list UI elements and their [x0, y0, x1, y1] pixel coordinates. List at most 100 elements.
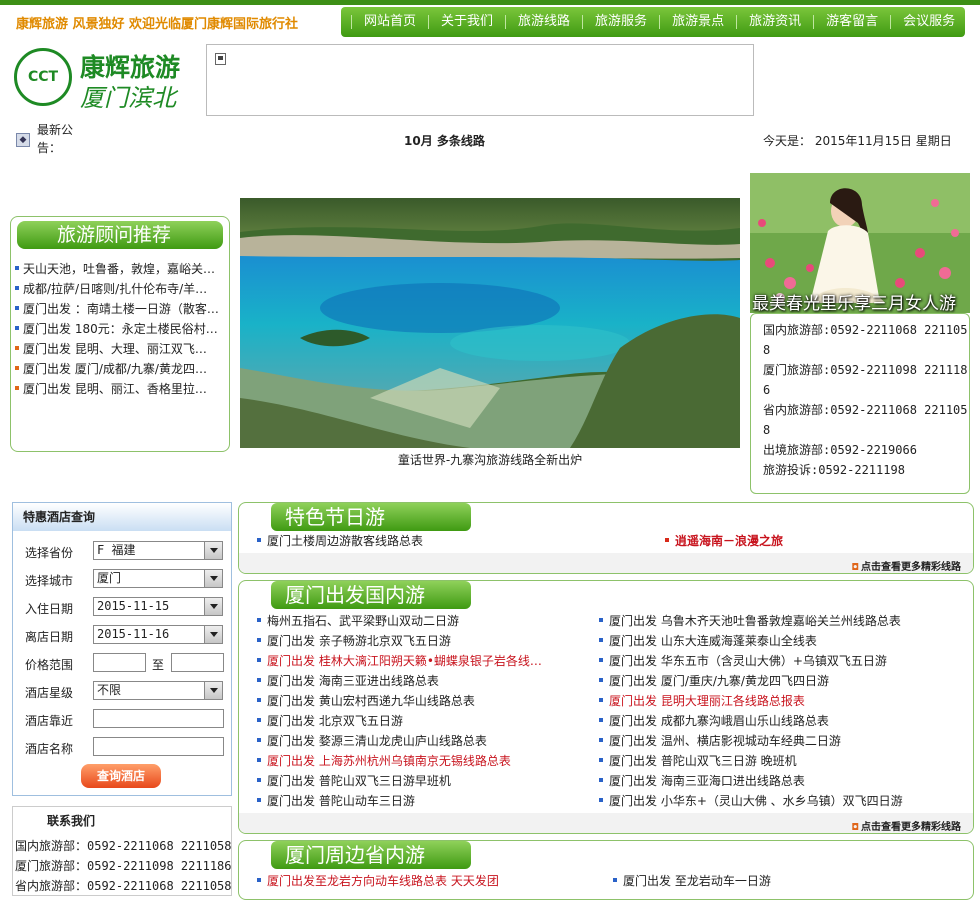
advisor-item[interactable]: 天山天池，吐鲁番，敦煌，嘉峪关… [15, 259, 229, 279]
hero-image[interactable] [240, 198, 740, 448]
checkout-row: 离店日期 2015-11-16 [25, 625, 225, 647]
province-title: 厦门周边省内游 [271, 841, 471, 869]
festival-link-right[interactable]: 逍遥海南－浪漫之旅 [665, 532, 783, 549]
banner-caption: 最美春光里乐享三月女人游 [752, 294, 956, 313]
domestic-route-link[interactable]: 厦门出发 华东五市（含灵山大佛）+乌镇双飞五日游 [599, 652, 887, 669]
price-label: 价格范围 [25, 658, 74, 672]
advisor-item[interactable]: 厦门出发 ：南靖土楼一日游（散客… [15, 299, 229, 319]
nav-item[interactable]: 旅游服务 [582, 15, 659, 29]
checkin-label: 入住日期 [25, 602, 74, 616]
date-display: 今天是： 2015年11月15日 星期日 [763, 134, 952, 148]
domestic-route-link[interactable]: 厦门出发 北京双飞五日游 [257, 712, 403, 729]
domestic-route-link[interactable]: 厦门出发 普陀山双飞三日游早班机 [257, 772, 451, 789]
advisor-panel: 旅游顾问推荐 天山天池，吐鲁番，敦煌，嘉峪关… 成都/拉萨/日喀则/扎什伦布寺/羊… [10, 216, 230, 452]
city-select[interactable]: 厦门 [93, 569, 223, 588]
domestic-route-link[interactable]: 厦门出发 黄山宏村西递九华山线路总表 [257, 692, 475, 709]
nav-item[interactable]: 旅游景点 [659, 15, 736, 29]
main-nav: 网站首页 关于我们 旅游线路 旅游服务 旅游景点 旅游资讯 游客留言 会议服务 [341, 7, 965, 37]
logo-emblem-text: CCT [27, 69, 59, 85]
contact-line: 厦门旅游部：0592-2211098 2211186 [15, 859, 232, 873]
price-row: 价格范围 至 [25, 653, 225, 675]
contact-line: 厦门旅游部:0592-2211098 2211186 [763, 363, 968, 397]
contact-line: 省内旅游部：0592-2211068 2211058 [15, 879, 232, 893]
hotel-name-input[interactable] [93, 737, 224, 756]
domestic-route-link[interactable]: 梅州五指石、武平梁野山双动二日游 [257, 612, 459, 629]
domestic-route-link[interactable]: 厦门出发 亲子畅游北京双飞五日游 [257, 632, 451, 649]
chevron-down-icon [204, 682, 222, 699]
notice-label: 最新公告： [37, 123, 74, 155]
domestic-route-link[interactable]: 厦门出发 海南三亚进出线路总表 [257, 672, 439, 689]
contact-panel-left: 联系我们 国内旅游部：0592-2211068 2211058 厦门旅游部：05… [12, 806, 232, 896]
advisor-item[interactable]: 厦门出发 180元：永定土楼民俗村… [15, 319, 229, 339]
plugin-icon [215, 53, 226, 65]
notice-marquee[interactable]: 10月 多条线路 [404, 132, 485, 149]
chevron-down-icon [204, 626, 222, 643]
domestic-route-link[interactable]: 厦门出发 乌鲁木齐天池吐鲁番敦煌嘉峪关兰州线路总表 [599, 612, 901, 629]
nav-item[interactable]: 旅游资讯 [736, 15, 813, 29]
province-label: 选择省份 [25, 546, 74, 560]
advisor-item[interactable]: 厦门出发 昆明、大理、丽江双飞… [15, 339, 229, 359]
checkout-label: 离店日期 [25, 630, 74, 644]
jiuzhaigou-lake-photo [240, 198, 740, 448]
star-label: 酒店星级 [25, 686, 74, 700]
domestic-route-link[interactable]: 厦门出发 上海苏州杭州乌镇南京无锡线路总表 [257, 752, 511, 769]
near-row: 酒店靠近 [25, 709, 225, 731]
near-label: 酒店靠近 [25, 714, 74, 728]
logo-subtitle: 厦门滨北 [80, 84, 176, 112]
hero-caption[interactable]: 童话世界-九寨沟旅游线路全新出炉 [240, 451, 740, 468]
contact-line: 出境旅游部:0592-2219066 [763, 443, 917, 457]
domestic-route-link[interactable]: 厦门出发 桂林大漓江阳朔天籁•蝴蝶泉银子岩各线… [257, 652, 542, 669]
domestic-route-link[interactable]: 厦门出发 山东大连威海蓬莱泰山全线表 [599, 632, 817, 649]
price-min-input[interactable] [93, 653, 146, 672]
top-stripe [0, 0, 980, 5]
domestic-title: 厦门出发国内游 [271, 581, 471, 609]
domestic-route-link[interactable]: 厦门出发 温州、横店影视城动车经典二日游 [599, 732, 841, 749]
festival-link-left[interactable]: 厦门土楼周边游散客线路总表 [257, 532, 423, 549]
domestic-more-link[interactable]: 点击查看更多精彩线路 [851, 818, 961, 833]
price-to-label: 至 [152, 658, 165, 672]
nav-item[interactable]: 游客留言 [813, 15, 890, 29]
price-max-input[interactable] [171, 653, 224, 672]
nav-item[interactable]: 网站首页 [351, 15, 428, 29]
contact-line: 国内旅游部：0592-2211068 2211058 [15, 839, 232, 853]
province-link-right[interactable]: 厦门出发 至龙岩动车一日游 [613, 872, 771, 889]
hotel-search-form: 特惠酒店查询 选择省份 F 福建 选择城市 厦门 入住日期 2015-11-15… [12, 502, 232, 796]
domestic-route-link[interactable]: 厦门出发 小华东+（灵山大佛 、水乡乌镇）双飞四日游 [599, 792, 903, 809]
domestic-route-link[interactable]: 厦门出发 普陀山双飞三日游 晚班机 [599, 752, 797, 769]
advisor-title: 旅游顾问推荐 [17, 221, 223, 249]
name-row: 酒店名称 [25, 737, 225, 759]
checkout-date-select[interactable]: 2015-11-16 [93, 625, 223, 644]
domestic-route-link[interactable]: 厦门出发 海南三亚海口进出线路总表 [599, 772, 805, 789]
promo-banner[interactable]: 最美春光里乐享三月女人游 [750, 173, 970, 313]
site-logo[interactable]: CCT 康辉旅游 厦门滨北 [14, 46, 194, 112]
contact-title: 联系我们 [47, 814, 96, 828]
checkin-date-select[interactable]: 2015-11-15 [93, 597, 223, 616]
search-hotel-button[interactable]: 查询酒店 [81, 764, 161, 788]
advisor-item[interactable]: 厦门出发 厦门/成都/九寨/黄龙四… [15, 359, 229, 379]
chevron-down-icon [204, 570, 222, 587]
domestic-section: 厦门出发国内游 点击查看更多精彩线路 梅州五指石、武平梁野山双动二日游厦门出发 … [238, 580, 974, 834]
flash-banner-placeholder [206, 44, 754, 116]
province-section: 厦门周边省内游 厦门出发至龙岩方向动车线路总表 天天发团 厦门出发 至龙岩动车一… [238, 840, 974, 900]
domestic-route-link[interactable]: 厦门出发 成都九寨沟峨眉山乐山线路总表 [599, 712, 829, 729]
nav-item[interactable]: 关于我们 [428, 15, 505, 29]
star-select[interactable]: 不限 [93, 681, 223, 700]
contact-line: 省内旅游部:0592-2211068 2211058 [763, 403, 968, 437]
festival-section: 特色节日游 厦门土楼周边游散客线路总表 逍遥海南－浪漫之旅 点击查看更多精彩线路 [238, 502, 974, 574]
nav-item[interactable]: 旅游线路 [505, 15, 582, 29]
domestic-route-link[interactable]: 厦门出发 昆明大理丽江各线路总报表 [599, 692, 805, 709]
festival-more-link[interactable]: 点击查看更多精彩线路 [851, 558, 961, 573]
province-select[interactable]: F 福建 [93, 541, 223, 560]
domestic-route-link[interactable]: 厦门出发 普陀山动车三日游 [257, 792, 415, 809]
chevron-down-icon [204, 598, 222, 615]
province-link-left[interactable]: 厦门出发至龙岩方向动车线路总表 天天发团 [257, 872, 499, 889]
domestic-route-link[interactable]: 厦门出发 婺源三清山龙虎山庐山线路总表 [257, 732, 487, 749]
advisor-item[interactable]: 成都/拉萨/日喀则/扎什伦布寺/羊… [15, 279, 229, 299]
city-row: 选择城市 厦门 [25, 569, 225, 591]
advisor-item[interactable]: 厦门出发 昆明、丽江、香格里拉… [15, 379, 229, 399]
contact-line: 旅游投诉:0592-2211198 [763, 463, 905, 477]
nav-item[interactable]: 会议服务 [890, 15, 967, 29]
domestic-route-link[interactable]: 厦门出发 厦门/重庆/九寨/黄龙四飞四日游 [599, 672, 829, 689]
festival-title: 特色节日游 [271, 503, 471, 531]
near-input[interactable] [93, 709, 224, 728]
